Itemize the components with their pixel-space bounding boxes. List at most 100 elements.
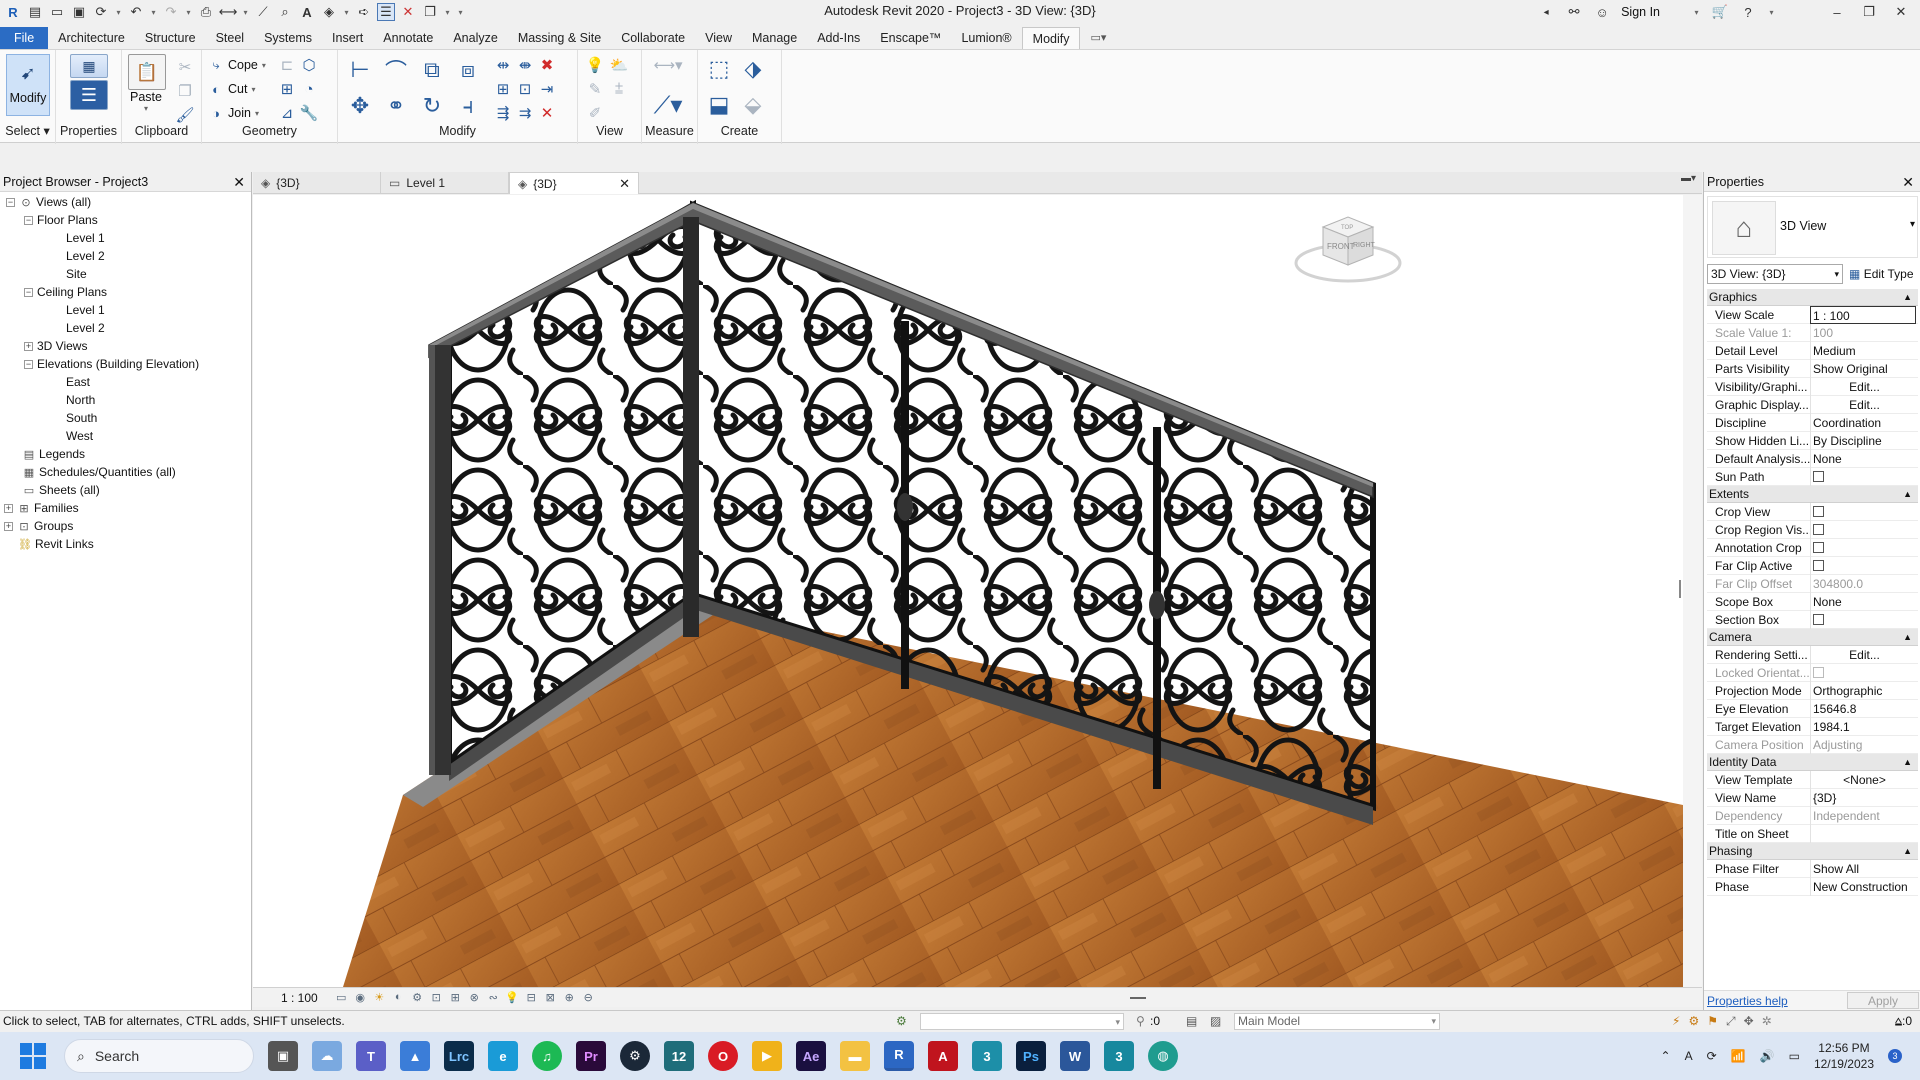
array-icon[interactable]: ⊞ xyxy=(492,78,514,100)
battery-icon[interactable]: ▭ xyxy=(1789,1049,1800,1063)
tab-architecture[interactable]: Architecture xyxy=(48,27,135,49)
minimize-button[interactable]: – xyxy=(1826,5,1848,20)
measure-between-icon[interactable]: ⟷▾ xyxy=(648,54,688,76)
filter-count[interactable]: ⩠:0 xyxy=(1895,1011,1912,1032)
editing-requests-icon[interactable]: ⚲ xyxy=(1136,1011,1145,1032)
tree-item-families[interactable]: + ⊞ Families xyxy=(4,499,79,517)
tab-view[interactable]: View xyxy=(695,27,742,49)
modify-button[interactable]: ➹ Modify xyxy=(6,54,50,116)
restore-button[interactable]: ❐ xyxy=(1858,4,1880,20)
globe-app-icon[interactable]: ◍ xyxy=(1148,1041,1178,1071)
cut-clipboard-icon[interactable]: ✂ xyxy=(174,56,196,78)
tree-item-floor-plans[interactable]: − Floor Plans xyxy=(24,211,98,229)
tree-item-site[interactable]: Site xyxy=(66,265,87,283)
tree-item-sheets[interactable]: ▭ Sheets (all) xyxy=(22,481,100,499)
lightroom-icon[interactable]: Lrc xyxy=(444,1041,474,1071)
main-model-selector[interactable]: Main Model ▾ xyxy=(1234,1013,1440,1030)
tab-lumion[interactable]: Lumion® xyxy=(951,27,1021,49)
type-selector[interactable]: ⌂ 3D View ▾ xyxy=(1707,196,1918,258)
measure-dropdown-icon[interactable]: ▾ xyxy=(241,3,250,21)
tree-item-groups[interactable]: + ⊡ Groups xyxy=(4,517,73,535)
offset-icon[interactable]: ⌒ xyxy=(382,56,410,84)
background-process-icon[interactable]: ✲ xyxy=(1762,1011,1772,1032)
ribbon-minimize-toggle[interactable]: ▭▾ xyxy=(1080,27,1116,49)
copy-icon[interactable]: ❐ xyxy=(174,80,196,102)
tab-insert[interactable]: Insert xyxy=(322,27,373,49)
properties-close-icon[interactable]: ✕ xyxy=(1902,172,1914,192)
visual-style-icon[interactable]: ◉ xyxy=(353,991,368,1004)
save-icon[interactable]: ▣ xyxy=(70,3,88,21)
undo-dropdown-icon[interactable]: ▾ xyxy=(149,3,158,21)
join-button[interactable]: ◑ Join ▾ xyxy=(208,102,259,124)
pick-icon[interactable]: 🔧 xyxy=(298,102,320,124)
view-tab-3d-active[interactable]: ◈ {3D} ✕ xyxy=(509,172,639,194)
view-tab-3d-1[interactable]: ◈ {3D} xyxy=(253,172,381,194)
main-model-icon[interactable]: ▨ xyxy=(1210,1011,1221,1032)
create-parts-icon[interactable]: ⬗ xyxy=(738,54,768,84)
tree-item-ceiling-level-2[interactable]: Level 2 xyxy=(66,319,105,337)
close-window-button[interactable]: ✕ xyxy=(1890,4,1912,20)
tab-enscape[interactable]: Enscape™ xyxy=(870,27,951,49)
3d-viewport[interactable]: FRONT RIGHT TOP xyxy=(253,195,1683,987)
reveal-hidden-icon[interactable]: 💡 xyxy=(505,991,520,1004)
cope-button[interactable]: ⤷ Cope ▾ xyxy=(208,54,266,76)
folder-icon[interactable]: ▭ xyxy=(48,3,66,21)
tree-item-legends[interactable]: ▤ Legends xyxy=(22,445,85,463)
autocad-icon[interactable]: A xyxy=(928,1041,958,1071)
override-graphics-icon[interactable]: 💡 xyxy=(584,54,606,76)
photos-icon[interactable]: ▲ xyxy=(400,1041,430,1071)
prop-projection-mode[interactable]: Projection Mode Orthographic xyxy=(1707,682,1918,700)
prop-discipline[interactable]: Discipline Coordination xyxy=(1707,414,1918,432)
3dsmax-3-icon[interactable]: 3 xyxy=(1104,1041,1134,1071)
file-explorer-icon[interactable]: ▬ xyxy=(840,1041,870,1071)
split-face-icon[interactable]: ⬡ xyxy=(298,54,320,76)
match-type-icon[interactable]: 🖌 xyxy=(174,104,196,126)
view-cube[interactable]: FRONT RIGHT TOP xyxy=(1293,205,1403,295)
font-icon[interactable]: A xyxy=(1685,1049,1693,1063)
paint-view-icon[interactable]: ✐ xyxy=(584,102,606,124)
measure-icon[interactable]: ⟷ xyxy=(219,3,238,21)
tab-steel[interactable]: Steel xyxy=(206,27,255,49)
close-hidden-icon[interactable]: ✕ xyxy=(399,3,417,21)
paste-button[interactable]: 📋 Paste ▾ xyxy=(128,54,166,116)
temp-view-props-icon[interactable]: ⊟ xyxy=(524,991,539,1004)
beam-join-icon[interactable]: ⊿ xyxy=(276,102,298,124)
scale-icon[interactable]: ⊡ xyxy=(514,78,536,100)
viewport-resize-handle[interactable] xyxy=(1679,580,1681,598)
binoculars-icon[interactable]: ⚯ xyxy=(1565,3,1583,21)
dimension-icon[interactable]: ⟋ xyxy=(254,3,272,21)
drag-elements-icon[interactable]: ✥ xyxy=(1744,1011,1754,1032)
revit-logo-icon[interactable]: R xyxy=(4,3,22,21)
tree-item-views-all[interactable]: − ⊙ Views (all) xyxy=(6,193,91,211)
premiere-icon[interactable]: Pr xyxy=(576,1041,606,1071)
prop-view-name[interactable]: View Name {3D} xyxy=(1707,789,1918,807)
select-by-face-icon[interactable]: ⤢ xyxy=(1726,1011,1736,1032)
unpin-icon[interactable]: ✖ xyxy=(536,54,558,76)
sun-path-checkbox[interactable] xyxy=(1813,471,1824,483)
project-browser-close-icon[interactable]: ✕ xyxy=(233,172,245,192)
properties-button[interactable]: ▦ ☰ xyxy=(67,54,111,116)
open-icon[interactable]: ▤ xyxy=(26,3,44,21)
prop-default-analysis[interactable]: Default Analysis... None xyxy=(1707,450,1918,468)
user-icon[interactable]: ☺ xyxy=(1593,3,1611,21)
select-underlay-icon[interactable]: ⚙ xyxy=(1688,1011,1699,1032)
tree-item-elevations[interactable]: − Elevations (Building Elevation) xyxy=(24,355,199,373)
text-icon[interactable]: A xyxy=(298,3,316,21)
create-assembly-icon[interactable]: ⬚ xyxy=(704,54,734,84)
edit-type-button[interactable]: ▦ Edit Type xyxy=(1847,264,1914,284)
view-tabs-menu-icon[interactable]: ▬▾ xyxy=(1681,173,1696,184)
group-phasing[interactable]: Phasing ▲ xyxy=(1707,843,1918,860)
sign-in-link[interactable]: Sign In xyxy=(1621,5,1660,19)
taskbar-search[interactable]: ⌕ Search xyxy=(64,1039,254,1073)
tree-item-revit-links[interactable]: ⛓ Revit Links xyxy=(18,535,94,553)
paste-dropdown-icon[interactable]: ▾ xyxy=(128,104,164,113)
split-icon[interactable]: ⇹ xyxy=(492,54,514,76)
create-group-icon[interactable]: ⬓ xyxy=(704,90,734,120)
move-icon[interactable]: ✥ xyxy=(346,92,374,120)
3d-dropdown-icon[interactable]: ▾ xyxy=(342,3,351,21)
align-icon[interactable]: ⊢ xyxy=(346,56,374,84)
redo-icon[interactable]: ↷ xyxy=(162,3,180,21)
opera-icon[interactable]: O xyxy=(708,1041,738,1071)
tab-massing-site[interactable]: Massing & Site xyxy=(508,27,611,49)
view-scale-control[interactable]: 1 : 100 xyxy=(281,991,318,1005)
